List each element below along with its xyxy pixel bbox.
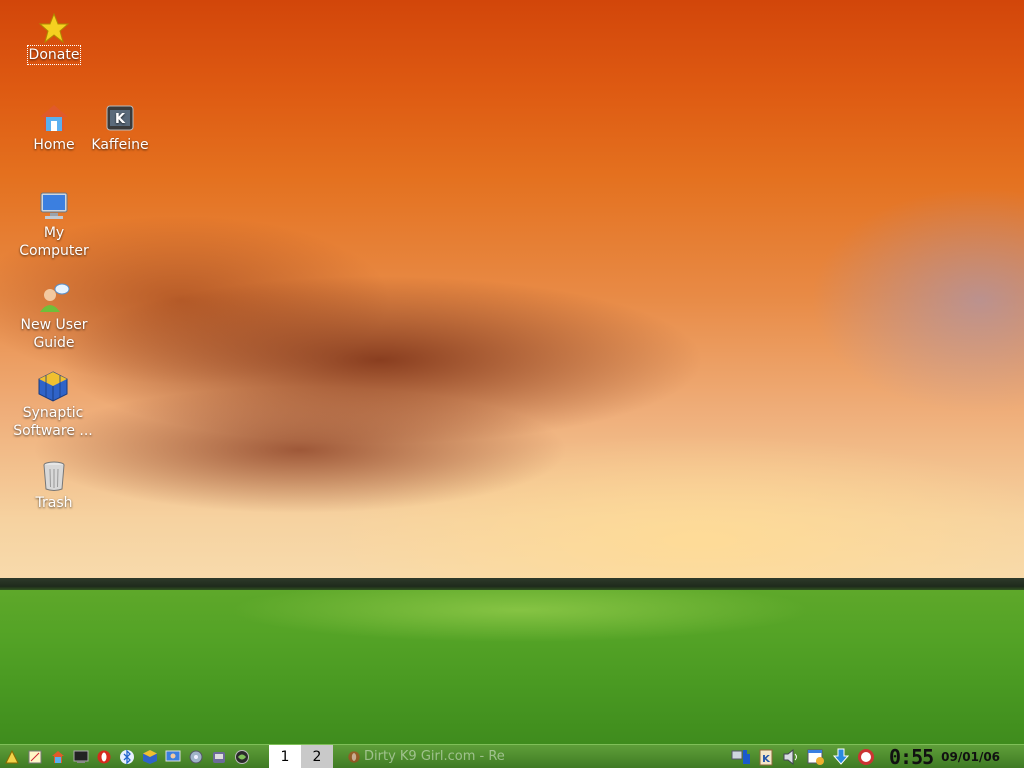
calendar-user-icon (807, 749, 824, 765)
taskbar-window-button[interactable]: Dirty K9 Girl.com - Re (347, 746, 727, 768)
wallpaper-field (0, 590, 1024, 744)
tray-lifebuoy[interactable] (855, 746, 877, 768)
launcher-synaptic[interactable] (139, 746, 161, 768)
launcher-settings[interactable] (185, 746, 207, 768)
remote-desktop-icon (165, 750, 181, 761)
desktop-icon-kaffeine[interactable]: K Kaffeine (72, 102, 168, 154)
browser-globe-icon (235, 749, 249, 764)
computer-monitor-icon (40, 192, 68, 219)
launcher-remote-desktop[interactable] (162, 746, 184, 768)
pager-desktop-2[interactable]: 2 (301, 745, 333, 768)
desktop-pager: 1 2 (269, 745, 333, 768)
desktop-icon-trash[interactable]: Trash (6, 460, 102, 512)
system-tray: K (727, 746, 877, 768)
clock-time: 0:55 (889, 744, 934, 769)
desktop-icon-my-computer[interactable]: My Computer (6, 190, 102, 260)
launcher-pidgin[interactable] (208, 746, 230, 768)
desktop-icon-label: Trash (35, 495, 73, 511)
tray-updates[interactable] (830, 746, 852, 768)
tray-network[interactable] (730, 746, 752, 768)
tray-volume[interactable] (780, 746, 802, 768)
desktop-icon-label: Synaptic Software ... (13, 405, 93, 439)
home-folder-icon (40, 105, 68, 131)
launcher-terminal[interactable] (70, 746, 92, 768)
desktop-icon-new-user-guide[interactable]: New User Guide (6, 282, 102, 352)
desktop-icon-label: Donate (26, 45, 82, 65)
desktop-icon-donate[interactable]: Donate (6, 12, 102, 65)
desktop-icon-label: Kaffeine (91, 137, 149, 153)
taskbar-window-title: Dirty K9 Girl.com - Re (364, 749, 505, 764)
desktop-icon-label: New User Guide (20, 317, 88, 351)
launcher-bluetooth[interactable] (116, 746, 138, 768)
star-icon (38, 12, 70, 44)
synaptic-icon (143, 749, 157, 764)
svg-text:K: K (762, 754, 771, 765)
tray-calendar[interactable] (805, 746, 827, 768)
kmenu-icon (5, 749, 19, 763)
tray-klipper[interactable]: K (755, 746, 777, 768)
opera-browser-icon (348, 750, 360, 763)
kmenu-button[interactable] (1, 746, 23, 768)
launcher-file-manager[interactable] (47, 746, 69, 768)
pidgin-icon (213, 751, 225, 763)
lifebuoy-icon (858, 748, 874, 765)
desktop-icon-synaptic[interactable]: Synaptic Software ... (5, 370, 101, 440)
bluetooth-icon (120, 748, 134, 765)
network-icon (731, 749, 750, 764)
terminal-icon (73, 750, 89, 763)
launcher-browser[interactable] (231, 746, 253, 768)
trash-icon (43, 461, 65, 491)
klipper-icon: K (759, 749, 773, 765)
desktop[interactable]: Donate Home K Kaffeine My Computer New U… (0, 0, 1024, 744)
kaffeine-icon: K (106, 105, 134, 131)
clock-date: 09/01/06 (941, 749, 1001, 764)
taskbar: 1 2 Dirty K9 Girl.com - Re K 0:55 09/01/… (0, 744, 1024, 769)
text-editor-icon (28, 750, 42, 763)
user-guide-icon (40, 283, 70, 312)
settings-icon (189, 750, 203, 763)
opera-browser-icon (97, 750, 111, 763)
volume-icon (783, 748, 797, 765)
svg-text:K: K (115, 112, 126, 127)
launcher-text-editor[interactable] (24, 746, 46, 768)
file-manager-icon (52, 750, 64, 763)
synaptic-package-icon (38, 371, 68, 402)
desktop-icon-label: My Computer (19, 225, 89, 259)
update-arrow-icon (832, 748, 850, 765)
launcher-opera[interactable] (93, 746, 115, 768)
pager-desktop-1[interactable]: 1 (269, 745, 301, 768)
clock[interactable]: 0:55 09/01/06 (885, 745, 1000, 769)
wallpaper-sky (0, 0, 1024, 590)
